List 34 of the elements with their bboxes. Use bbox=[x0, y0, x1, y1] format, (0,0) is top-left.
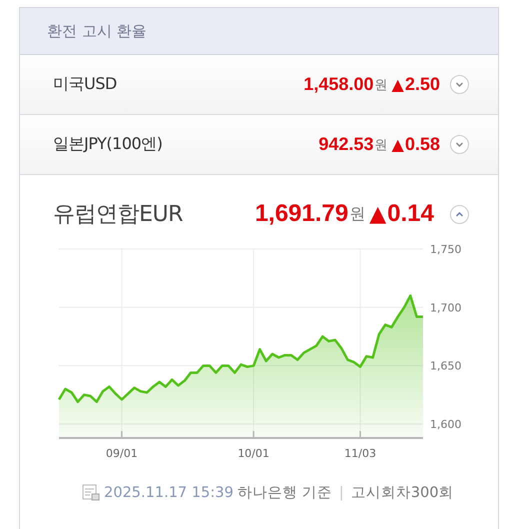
currency-name: 일본JPY(100엔) bbox=[53, 134, 164, 155]
expand-button[interactable] bbox=[450, 75, 469, 94]
separator: | bbox=[339, 484, 344, 500]
exchange-rate: 942.53 bbox=[318, 134, 374, 155]
triangle-icon: ▲ bbox=[392, 135, 404, 154]
exchange-rate: 1,691.79 bbox=[254, 200, 348, 228]
expand-button[interactable] bbox=[450, 135, 469, 154]
caret-icon bbox=[456, 82, 463, 87]
rate-change: 0.58 bbox=[404, 134, 440, 155]
y-tick-label: 1,700 bbox=[430, 301, 462, 314]
triangle-icon: ▲ bbox=[369, 202, 386, 226]
y-tick-label: 1,650 bbox=[430, 360, 462, 373]
currency-unit: 원 bbox=[374, 136, 388, 154]
currency-name: 미국USD bbox=[53, 74, 118, 95]
triangle-icon: ▲ bbox=[392, 75, 404, 94]
notice-datetime: 2025.11.17 15:39 bbox=[104, 484, 234, 500]
x-tick-label: 11/03 bbox=[344, 447, 376, 460]
caret-icon bbox=[456, 142, 463, 147]
rate-change: 2.50 bbox=[404, 74, 440, 95]
x-tick-label: 10/01 bbox=[238, 447, 270, 460]
x-tick-label: 09/01 bbox=[106, 447, 138, 460]
rate-change: 0.14 bbox=[387, 200, 434, 228]
y-tick-label: 1,600 bbox=[430, 418, 462, 431]
exchange-rate: 1,458.00 bbox=[304, 74, 374, 95]
y-tick-label: 1,750 bbox=[430, 243, 462, 256]
currency-unit: 원 bbox=[374, 76, 388, 94]
caret-icon bbox=[456, 212, 463, 216]
collapse-button[interactable] bbox=[450, 204, 469, 224]
calendar-icon bbox=[82, 484, 100, 501]
panel-title: 환전 고시 환율 bbox=[47, 22, 147, 40]
currency-name: 유럽연합EUR bbox=[53, 201, 184, 229]
notice-round: 고시회차300회 bbox=[350, 484, 454, 502]
notice-basis: 하나은행 기준 bbox=[237, 484, 332, 502]
currency-unit: 원 bbox=[349, 204, 366, 224]
